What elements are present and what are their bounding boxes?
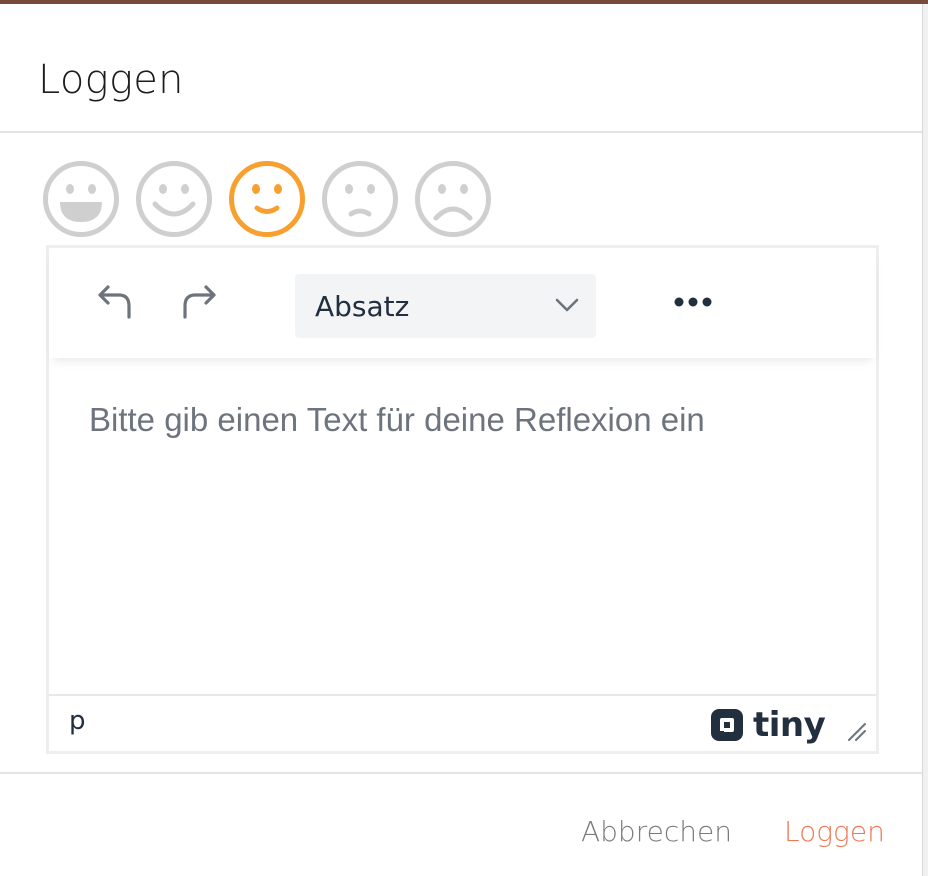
cancel-button[interactable]: Abbrechen: [581, 812, 732, 852]
frowning-face-icon[interactable]: [414, 160, 492, 238]
scrollbar-track[interactable]: [922, 4, 928, 876]
chevron-down-icon: [555, 298, 579, 312]
undo-button[interactable]: [91, 278, 139, 326]
top-accent-bar: [0, 0, 928, 4]
slightly-smiling-face-icon[interactable]: [228, 160, 306, 238]
log-dialog: Loggen Absatz Bitte gib einen Text für d…: [0, 0, 928, 876]
element-path[interactable]: p: [69, 706, 86, 736]
tiny-logo-icon: [711, 709, 743, 741]
mood-selector: [42, 160, 492, 238]
header-divider: [0, 131, 922, 133]
slightly-frowning-face-icon[interactable]: [321, 160, 399, 238]
editor-content-area[interactable]: Bitte gib einen Text für deine Reflexion…: [89, 400, 849, 440]
tiny-branding-link[interactable]: tiny: [709, 705, 826, 745]
laughing-face-icon[interactable]: [42, 160, 120, 238]
dialog-title: Loggen: [38, 57, 184, 103]
redo-button[interactable]: [175, 278, 223, 326]
more-button[interactable]: [669, 278, 717, 326]
footer-divider: [0, 772, 922, 774]
rich-text-editor: Absatz Bitte gib einen Text für deine Re…: [46, 245, 879, 754]
block-format-label: Absatz: [315, 290, 410, 323]
tiny-wordmark: tiny: [753, 705, 826, 745]
editor-statusbar: p tiny: [49, 694, 876, 751]
editor-placeholder: Bitte gib einen Text für deine Reflexion…: [89, 401, 705, 438]
editor-toolbar: Absatz: [49, 248, 876, 358]
log-button[interactable]: Loggen: [784, 812, 885, 852]
undo-icon: [98, 285, 131, 319]
redo-icon: [183, 285, 216, 319]
smiling-face-icon[interactable]: [135, 160, 213, 238]
block-format-select[interactable]: Absatz: [295, 274, 596, 338]
resize-handle-icon[interactable]: [845, 720, 867, 742]
more-horizontal-icon: [674, 297, 712, 307]
